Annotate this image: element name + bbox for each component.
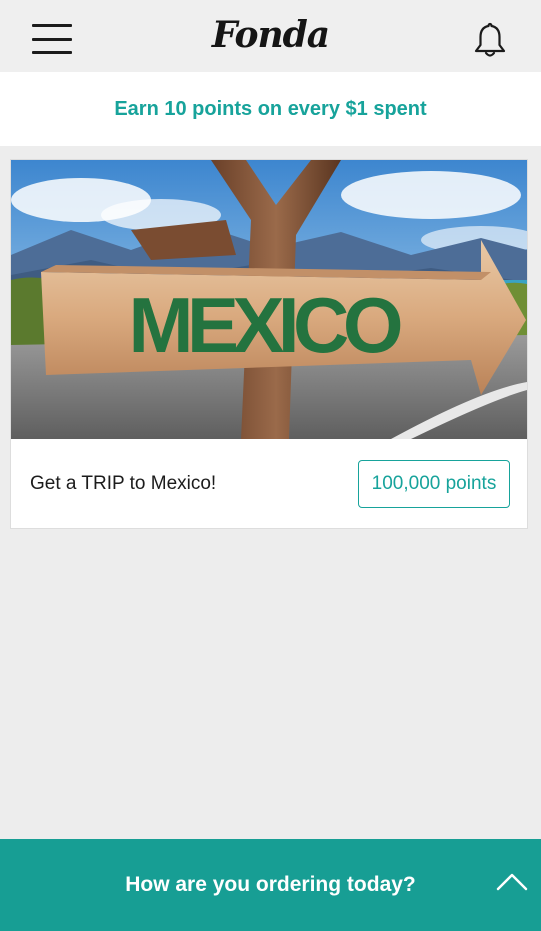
app-screen: Fonda Earn 10 points on every $1 spent M… bbox=[0, 0, 541, 931]
app-logo: Fonda bbox=[211, 14, 330, 56]
promo-text: Earn 10 points on every $1 spent bbox=[114, 97, 427, 120]
reward-title: Get a TRIP to Mexico! bbox=[30, 473, 217, 494]
order-type-label: How are you ordering today? bbox=[125, 873, 416, 896]
top-app-bar: Fonda bbox=[0, 0, 541, 72]
reward-card-footer: Get a TRIP to Mexico! 100,000 points bbox=[11, 439, 527, 529]
reward-card[interactable]: MEXICO Get a TRIP to Mexico! 100,000 poi… bbox=[10, 159, 528, 529]
mexico-sign-text: MEXICO bbox=[129, 281, 404, 369]
promo-banner: Earn 10 points on every $1 spent bbox=[0, 72, 541, 146]
points-button[interactable]: 100,000 points bbox=[358, 460, 510, 508]
bell-icon[interactable] bbox=[470, 20, 510, 60]
chevron-up-icon[interactable] bbox=[496, 869, 528, 893]
order-type-bar[interactable]: How are you ordering today? bbox=[0, 839, 541, 931]
reward-image: MEXICO bbox=[11, 160, 527, 439]
